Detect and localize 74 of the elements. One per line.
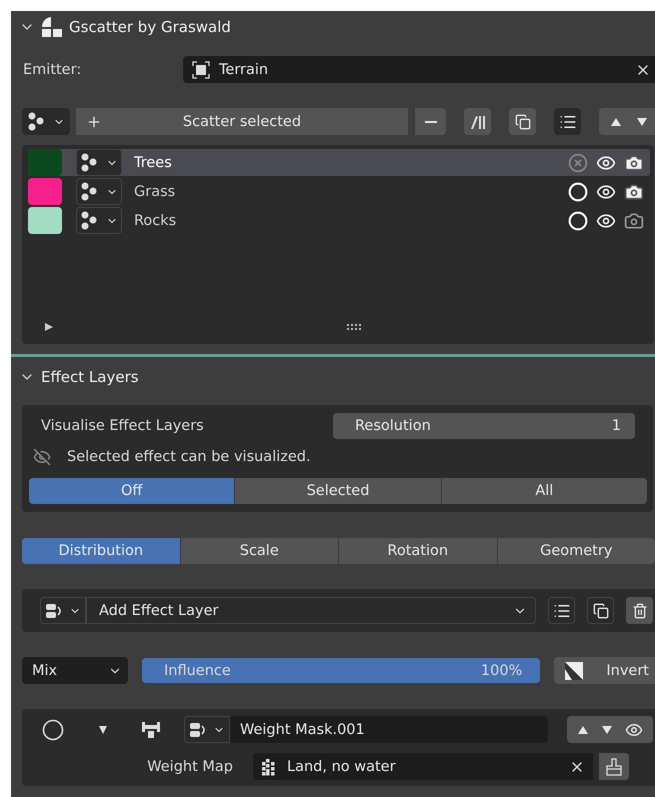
trash-icon — [632, 602, 648, 618]
scatter-list-item[interactable]: Grass — [28, 178, 650, 205]
blend-mode-dropdown[interactable]: Mix — [22, 657, 128, 684]
delete-button[interactable] — [626, 597, 653, 624]
unselectable-icon[interactable] — [568, 152, 588, 172]
color-swatch[interactable] — [28, 149, 62, 176]
scatter-name: Grass — [134, 184, 176, 200]
visualise-label: Visualise Effect Layers — [41, 418, 204, 434]
camera-icon[interactable] — [624, 152, 644, 172]
hint-text: Selected effect can be visualized. — [67, 449, 311, 465]
down-arrow-icon — [601, 724, 613, 734]
expand-triangle-icon[interactable] — [44, 322, 54, 332]
weight-mask-icon — [140, 720, 162, 740]
move-buttons[interactable] — [599, 108, 655, 135]
scatter-list-item[interactable]: Rocks — [28, 207, 650, 234]
emitter-field[interactable]: Terrain — [183, 56, 655, 83]
scatter-list-item[interactable]: Trees — [28, 149, 650, 176]
minus-icon — [424, 120, 436, 122]
eye-off-icon — [33, 448, 51, 466]
add-effect-layer-dropdown[interactable]: Add Effect Layer — [86, 597, 536, 624]
library-button[interactable] — [464, 108, 491, 135]
list-button[interactable] — [554, 108, 581, 135]
enable-toggle[interactable] — [42, 718, 64, 740]
layer-type-icon — [45, 602, 63, 620]
down-arrow-icon — [636, 116, 648, 126]
scatter-name: Trees — [134, 154, 173, 170]
resize-grip-icon[interactable] — [347, 324, 363, 330]
scatter-type-dropdown[interactable] — [76, 207, 122, 234]
visualise-mode-option[interactable]: Off — [29, 478, 236, 504]
paint-button[interactable] — [599, 753, 629, 780]
influence-slider[interactable]: Influence 100% — [142, 658, 540, 683]
scatter-type-dropdown[interactable] — [76, 178, 122, 205]
copy-button[interactable] — [509, 108, 536, 135]
up-arrow-icon — [610, 116, 622, 126]
invert-icon — [564, 660, 584, 680]
camera-off-icon[interactable] — [624, 210, 644, 230]
layer-name-field[interactable]: Weight Mask.001 — [230, 716, 548, 743]
selectable-icon[interactable] — [568, 210, 588, 230]
disclosure-triangle-icon[interactable] — [98, 724, 108, 734]
brush-icon — [605, 758, 623, 776]
camera-icon[interactable] — [624, 182, 644, 202]
resolution-field[interactable]: Resolution 1 — [333, 413, 635, 439]
copy-icon — [514, 114, 530, 130]
selectable-icon[interactable] — [568, 182, 588, 202]
invert-button[interactable]: Invert — [554, 657, 655, 684]
plus-icon — [86, 114, 102, 130]
section-title: Effect Layers — [41, 368, 139, 386]
weight-map-field[interactable]: Land, no water — [253, 753, 593, 780]
copy-icon — [592, 602, 608, 618]
tab[interactable]: Scale — [180, 538, 339, 564]
tab[interactable]: Geometry — [498, 538, 655, 564]
list-button[interactable] — [548, 597, 575, 624]
tab[interactable]: Rotation — [339, 538, 498, 564]
visualise-mode-option[interactable]: Selected — [235, 478, 442, 504]
layer-controls[interactable] — [567, 716, 653, 743]
scatter-type-dropdown[interactable] — [76, 149, 122, 176]
layer-type-icon — [189, 720, 207, 738]
color-swatch[interactable] — [28, 178, 62, 205]
layer-type-dropdown[interactable] — [184, 716, 230, 743]
panel-title: Gscatter by Graswald — [69, 18, 231, 36]
emitter-label: Emitter: — [23, 62, 82, 78]
scatter-name: Rocks — [134, 212, 178, 228]
up-arrow-icon — [577, 724, 589, 734]
scatter-type-dropdown[interactable] — [22, 108, 70, 135]
object-icon — [191, 60, 211, 80]
logo-icon — [41, 16, 63, 38]
remove-button[interactable] — [414, 108, 446, 135]
scatter-selected-button[interactable]: Scatter selected — [76, 108, 408, 135]
color-swatch[interactable] — [28, 207, 62, 234]
tab[interactable]: Distribution — [22, 538, 180, 564]
layer-type-dropdown[interactable] — [40, 597, 86, 624]
weight-map-label: Weight Map — [147, 758, 233, 774]
copy-button[interactable] — [587, 597, 614, 624]
visualise-mode-option[interactable]: All — [442, 478, 647, 504]
